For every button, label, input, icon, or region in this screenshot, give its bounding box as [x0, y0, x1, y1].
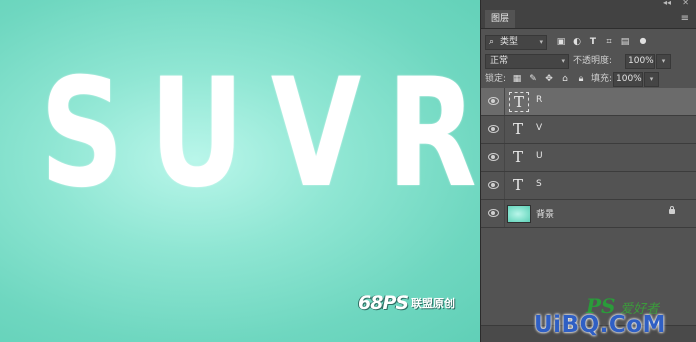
eye-icon[interactable]: [488, 125, 499, 133]
eye-icon[interactable]: [488, 153, 499, 161]
layer-name: R: [536, 95, 543, 105]
layer-row-u[interactable]: T U: [481, 144, 696, 172]
search-icon: ⌕: [489, 37, 495, 47]
double-chevron-icon[interactable]: ◂◂: [663, 0, 671, 7]
menu-icon[interactable]: ≡: [681, 13, 689, 24]
lock-transparent-icon[interactable]: ▦: [511, 73, 523, 86]
text-layer-icon: T: [509, 92, 529, 112]
fill-label: 填充:: [591, 74, 613, 84]
close-icon[interactable]: ✕: [682, 0, 689, 7]
lock-row: 锁定: ▦ ✎ ✥ ⌂ 🔒︎ 填充: 100% ▾: [481, 70, 696, 88]
lock-icon[interactable]: [669, 206, 675, 214]
chevron-down-icon: ▾: [539, 38, 543, 46]
watermark-text: 联盟原创: [411, 297, 456, 310]
canvas-letter-v: V: [270, 47, 362, 221]
filter-row: ⌕ 类型 ▾ ▣ ◐ T ⌗ ▤ ●: [481, 33, 696, 51]
divider: [504, 88, 505, 115]
site-watermark: PS 爱好者 UiBQ.CoM: [528, 294, 696, 342]
opacity-label: 不透明度:: [573, 56, 613, 66]
layer-name: V: [536, 123, 543, 133]
layer-row-s[interactable]: T S: [481, 172, 696, 200]
background-thumbnail: [507, 205, 531, 223]
smart-object-filter-icon[interactable]: ▤: [619, 36, 631, 49]
canvas-text-group: S U V R: [28, 47, 477, 221]
blend-row: 正常 ▾ 不透明度: 100% ▾: [481, 52, 696, 70]
type-filter-icon[interactable]: T: [587, 36, 599, 49]
opacity-value: 100%: [628, 56, 654, 66]
layer-row-v[interactable]: T V: [481, 116, 696, 144]
canvas-letter-u: U: [149, 47, 245, 221]
canvas-watermark: 68PS 联盟原创: [358, 292, 455, 314]
canvas-letter-r: R: [386, 47, 477, 221]
lock-position-icon[interactable]: ✥: [543, 73, 555, 86]
adjustment-filter-icon[interactable]: ◐: [571, 36, 583, 49]
shape-filter-icon[interactable]: ⌗: [603, 36, 615, 49]
site-watermark-url: UiBQ.CoM: [534, 312, 666, 338]
lock-label: 锁定:: [485, 74, 507, 84]
panel-titlebar: ◂◂ ✕: [481, 0, 696, 8]
image-filter-icon[interactable]: ▣: [555, 36, 567, 49]
lock-paint-icon[interactable]: ✎: [527, 73, 539, 86]
layer-name: U: [536, 151, 543, 161]
layer-name: 背景: [536, 210, 555, 220]
divider: [504, 116, 505, 143]
blend-mode-value: 正常: [490, 56, 509, 66]
fill-value: 100%: [616, 74, 642, 84]
text-layer-icon: T: [512, 120, 523, 138]
divider: [504, 144, 505, 171]
divider: [504, 200, 505, 227]
lock-artboard-icon[interactable]: ⌂: [559, 73, 571, 86]
filter-kind-value: 类型: [500, 37, 519, 47]
eye-icon[interactable]: [488, 181, 499, 189]
chevron-down-icon: ▾: [561, 57, 565, 65]
layer-row-background[interactable]: 背景: [481, 200, 696, 228]
fill-dropdown[interactable]: ▾: [644, 72, 659, 87]
filter-kind-select[interactable]: ⌕ 类型 ▾: [485, 35, 547, 50]
layer-name: S: [536, 179, 542, 189]
opacity-input[interactable]: 100%: [625, 54, 655, 69]
filter-toggle-icon[interactable]: ●: [637, 34, 649, 47]
lock-all-icon[interactable]: 🔒︎: [575, 73, 587, 86]
layers-panel: ◂◂ ✕ 图层 ≡ ⌕ 类型 ▾ ▣ ◐ T ⌗ ▤ ● 正常 ▾ 不透明度: …: [480, 0, 696, 342]
blend-mode-select[interactable]: 正常 ▾: [485, 54, 569, 69]
canvas-letter-s: S: [39, 47, 125, 221]
eye-icon[interactable]: [488, 209, 499, 217]
text-layer-icon: T: [512, 148, 523, 166]
layer-row-r[interactable]: T R: [481, 88, 696, 116]
tab-layers[interactable]: 图层: [485, 10, 515, 28]
text-layer-icon: T: [512, 176, 523, 194]
opacity-dropdown[interactable]: ▾: [656, 54, 671, 69]
divider: [504, 172, 505, 199]
eye-icon[interactable]: [488, 97, 499, 105]
fill-input[interactable]: 100%: [613, 72, 643, 87]
watermark-logo: 68PS: [358, 292, 409, 314]
panel-tabbar: 图层 ≡: [481, 8, 696, 29]
